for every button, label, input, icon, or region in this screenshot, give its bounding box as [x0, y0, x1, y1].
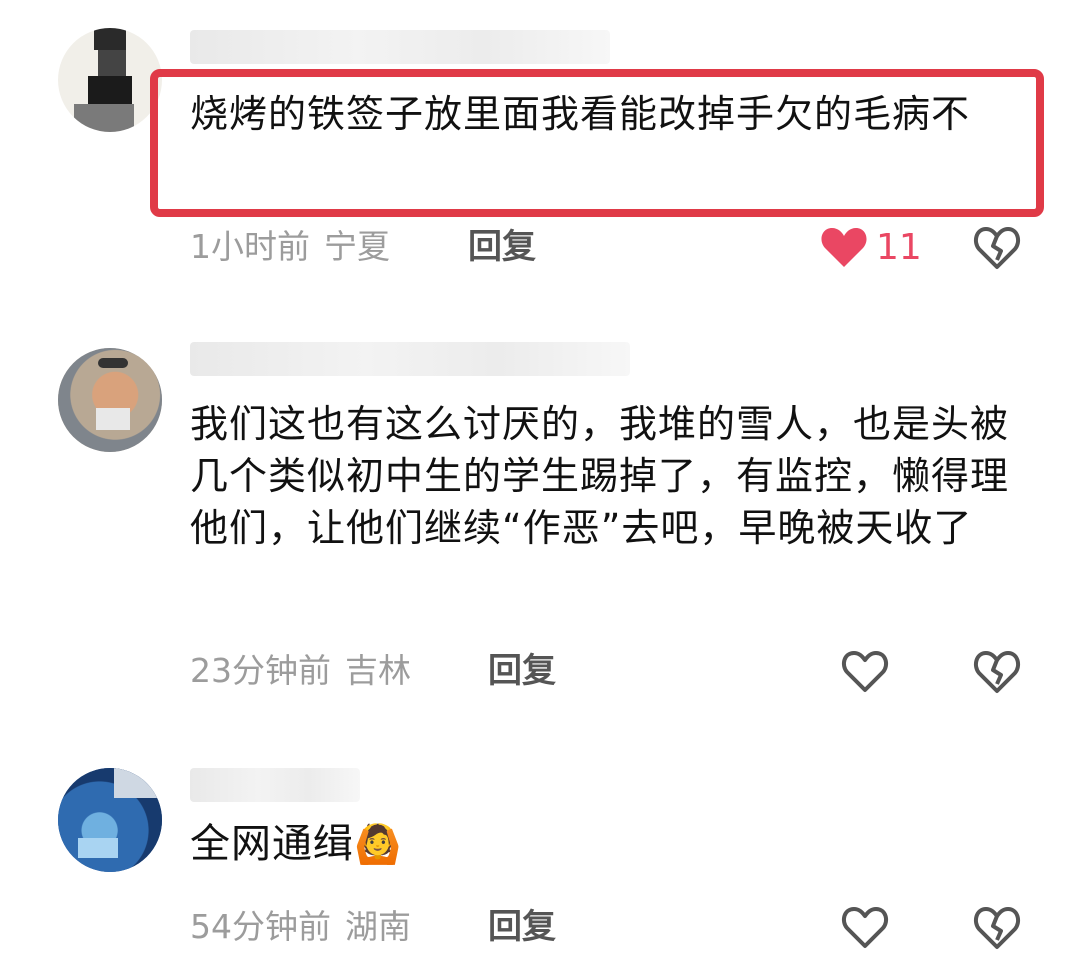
- avatar-pixel: [74, 104, 134, 132]
- avatar-pixel: [96, 408, 130, 430]
- avatar[interactable]: [58, 348, 162, 452]
- reply-button[interactable]: 回复: [468, 222, 536, 272]
- comment-location: 吉林: [345, 651, 411, 690]
- reply-button[interactable]: 回复: [488, 902, 556, 952]
- username-blurred[interactable]: [190, 768, 360, 802]
- face-emoji: 🙆: [354, 822, 403, 866]
- username-blurred[interactable]: [190, 30, 610, 64]
- comment-text: 全网通缉: [190, 821, 354, 867]
- heart-icon[interactable]: [840, 646, 890, 696]
- avatar-pixel: [88, 76, 132, 104]
- avatar-pixel: [94, 28, 126, 50]
- comment-time: 23分钟前: [190, 651, 331, 690]
- comment-text: 我们这也有这么讨厌的，我堆的雪人，也是头被几个类似初中生的学生踢掉了，有监控，懒…: [190, 402, 1010, 550]
- comment-meta: 23分钟前 吉林: [190, 646, 411, 696]
- avatar[interactable]: [58, 28, 162, 132]
- reply-button[interactable]: 回复: [488, 646, 556, 696]
- broken-heart-icon[interactable]: [972, 902, 1022, 952]
- avatar-pixel: [98, 50, 126, 76]
- heart-icon[interactable]: [840, 902, 890, 952]
- broken-heart-icon[interactable]: [972, 222, 1022, 272]
- broken-heart-icon[interactable]: [972, 646, 1022, 696]
- avatar[interactable]: [58, 768, 162, 872]
- avatar-pixel: [98, 358, 128, 368]
- comment-meta: 54分钟前 湖南: [190, 902, 411, 952]
- comment-time: 54分钟前: [190, 907, 331, 946]
- avatar-pixel: [78, 838, 118, 858]
- comment-text-row: 全网通缉🙆: [190, 818, 1030, 870]
- comment-location: 湖南: [345, 907, 411, 946]
- heart-icon: [821, 228, 867, 267]
- comment-meta: 1小时前 宁夏: [190, 222, 390, 272]
- like-button[interactable]: 11: [820, 222, 922, 272]
- comment-location: 宁夏: [324, 227, 390, 266]
- like-count: 11: [876, 226, 922, 268]
- comment-time: 1小时前: [190, 227, 310, 266]
- avatar-pixel: [114, 768, 162, 798]
- highlight-frame: [150, 69, 1044, 217]
- username-blurred[interactable]: [190, 342, 630, 376]
